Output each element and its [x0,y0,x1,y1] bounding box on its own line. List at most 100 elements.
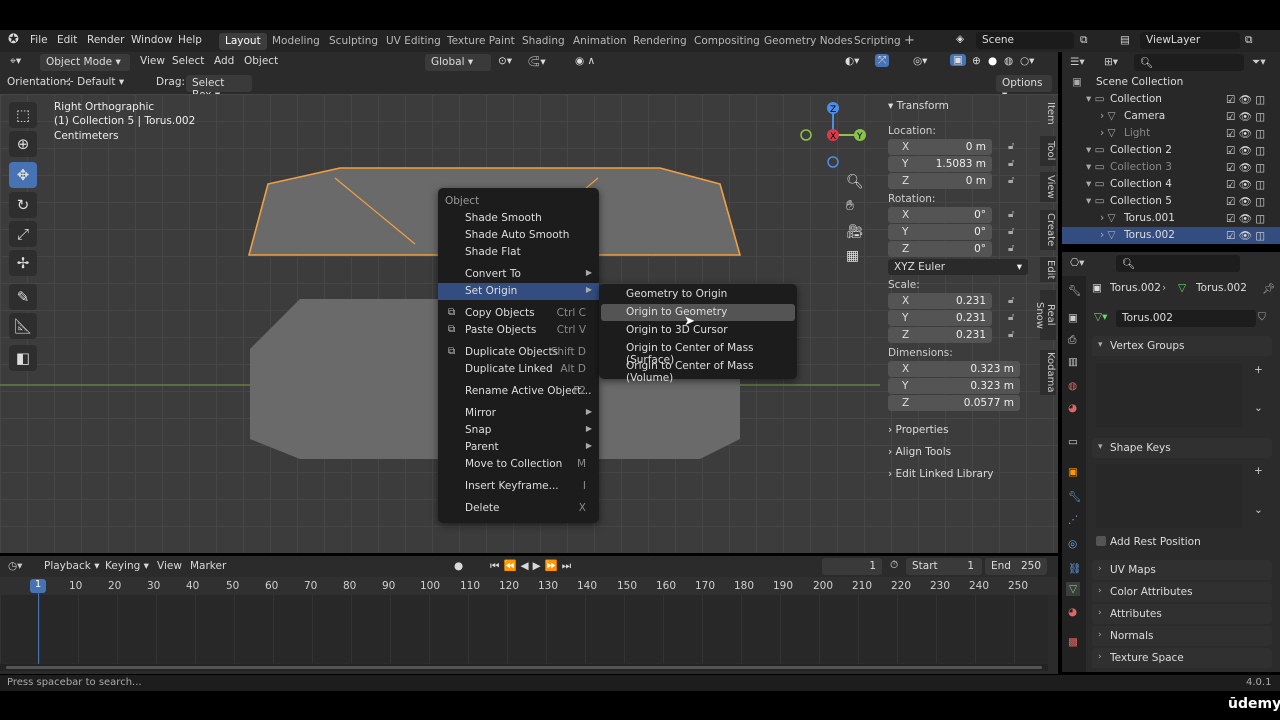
lock-icon[interactable]: 🔓︎ [1008,175,1014,186]
lock-icon[interactable]: 🔓︎ [1008,329,1014,340]
tab-geometry-nodes[interactable]: Geometry Nodes [758,33,859,50]
move-tool[interactable]: ✥ [9,162,37,188]
output-tab-icon[interactable]: ⎙ [1068,334,1076,347]
outliner-row-collection[interactable]: ▾ ▭ Collection ☑ 👁︎ ◫ [1062,91,1280,108]
cursor-tool[interactable]: ⊕ [9,131,37,157]
context-item-delete[interactable]: Delete X [438,500,599,517]
color-attributes-panel[interactable]: › Color Attributes [1092,582,1272,602]
mesh-name-field[interactable]: Torus.002 [1116,310,1256,327]
world-tab-icon[interactable]: ◕ [1068,402,1077,414]
visibility-toggles-icon[interactable]: ☑ 👁︎ ◫ [1226,93,1265,106]
tool-tab-icon[interactable]: 🔧︎ [1068,284,1081,297]
tab-modeling[interactable]: Modeling [266,33,326,50]
record-icon[interactable]: ● [454,560,463,572]
visibility-toggles-icon[interactable]: ☑ 👁︎ ◫ [1226,144,1265,157]
context-item-copy-objects[interactable]: ⧉ Copy Objects Ctrl C [438,305,599,322]
properties-editor-icon[interactable]: ⎔▾ [1070,257,1084,269]
tab-view[interactable]: View [1040,172,1056,202]
context-item-shade-smooth[interactable]: Shade Smooth [438,210,599,227]
add-shape-key-icon[interactable]: + [1254,465,1263,477]
edit-linked-library-panel-header[interactable]: › Edit Linked Library [888,468,994,480]
location-x-field[interactable]: X 0 m [888,139,992,155]
timeline-keyframe-area[interactable] [0,595,1048,663]
rotation-x-field[interactable]: X 0° [888,207,992,223]
visibility-toggles-icon[interactable]: ☑ 👁︎ ◫ [1226,178,1265,191]
uv-maps-panel[interactable]: › UV Maps [1092,560,1272,580]
add-rest-position-checkbox[interactable] [1096,536,1106,546]
vertex-groups-panel[interactable]: ▾ Vertex Groups [1092,336,1272,356]
scene-tab-icon[interactable]: ◍ [1068,380,1077,392]
tab-texture-paint[interactable]: Texture Paint [441,33,521,50]
shape-keys-list[interactable] [1096,464,1242,528]
set-origin-item-origin-to-geometry[interactable]: Origin to Geometry [601,304,795,321]
scale-z-field[interactable]: Z 0.231 [888,327,992,343]
visibility-toggles-icon[interactable]: ☑ 👁︎ ◫ [1226,229,1265,242]
view-layer-tab-icon[interactable]: ▥ [1068,356,1078,368]
context-item-mirror[interactable]: Mirror ▶ [438,405,599,422]
filter-icon[interactable]: ⏷▾ [1252,56,1266,69]
fake-user-shield-icon[interactable]: ⛉ [1258,311,1266,324]
rotation-mode-dropdown[interactable]: XYZ Euler ▾ [888,259,1028,275]
modifier-tab-icon[interactable]: 🔧︎ [1068,490,1081,503]
outliner-item-icon[interactable]: ▾ ▭ [1086,161,1105,173]
texture-space-panel[interactable]: › Texture Space [1092,648,1272,668]
outliner-item-icon[interactable]: › ▽ [1100,127,1116,139]
dimensions-y-field[interactable]: Y 0.323 m [888,378,1020,394]
tab-compositing[interactable]: Compositing [688,33,766,50]
overlay-icon[interactable]: ◎▾ [913,55,927,67]
set-origin-item-origin-to-3d-cursor[interactable]: Origin to 3D Cursor [601,322,795,339]
menu-edit[interactable]: Edit [57,34,77,46]
options-dropdown[interactable]: Options ▾ [996,75,1052,101]
mode-selector[interactable]: Object Mode ▾ [40,54,130,71]
attributes-panel[interactable]: › Attributes [1092,604,1272,624]
rotation-y-field[interactable]: Y 0° [888,224,992,240]
wireframe-shading-icon[interactable]: ⊕ [972,55,981,67]
rendered-shading-icon[interactable]: ○▾ [1020,55,1034,67]
timeline-editor-icon[interactable]: ◷▾ [8,560,22,572]
editor-type-icon[interactable]: ⌖▾ [10,55,21,68]
location-y-field[interactable]: Y 1.5083 m [888,156,992,172]
scene-selector[interactable]: Scene [976,32,1074,49]
context-item-insert-keyframe[interactable]: Insert Keyframe... I [438,478,599,495]
end-frame-field[interactable]: End 250 [985,558,1047,575]
visibility-toggles-icon[interactable]: ☑ 👁︎ ◫ [1226,161,1265,174]
material-tab-icon[interactable]: ◕ [1068,606,1077,618]
context-item-shade-auto-smooth[interactable]: Shade Auto Smooth [438,227,599,244]
proportional-edit-icon[interactable]: ◉ ∧ [575,55,595,67]
rotate-tool[interactable]: ↻ [9,192,37,218]
tab-item[interactable]: Item [1040,98,1056,128]
menu-object[interactable]: Object [244,55,278,67]
outliner-item-icon[interactable]: › ▽ [1100,212,1116,224]
properties-panel-header[interactable]: › Properties [888,424,949,436]
tab-tool[interactable]: Tool [1040,136,1056,166]
context-item-rename-active-object[interactable]: Rename Active Object... F2 [438,383,599,400]
visibility-toggles-icon[interactable]: ☑ 👁︎ ◫ [1226,195,1265,208]
view-layer-selector[interactable]: ViewLayer [1140,32,1240,49]
object-tab-icon[interactable]: ▣ [1068,466,1078,478]
add-vertex-group-icon[interactable]: + [1254,364,1263,376]
lock-icon[interactable]: 🔓︎ [1008,141,1014,152]
outliner-row-collection-2[interactable]: ▾ ▭ Collection 2 ☑ 👁︎ ◫ [1062,142,1280,159]
tab-animation[interactable]: Animation [567,33,633,50]
vertex-group-specials-icon[interactable]: ⌄ [1254,402,1263,414]
current-frame-field[interactable]: 1 [822,558,882,575]
visibility-toggles-icon[interactable]: ☑ 👁︎ ◫ [1226,127,1265,140]
timeline-ruler[interactable]: 10 20 30 40 50 60 70 80 90 100 110 120 130 140 150 160 1… [0,577,1058,595]
context-item-move-to-collection[interactable]: Move to Collection M [438,456,599,473]
tab-edit[interactable]: Edit [1040,257,1056,282]
context-item-convert-to[interactable]: Convert To ▶ [438,266,599,283]
navigation-gizmo[interactable]: Z Y X [798,100,868,170]
material-shading-icon[interactable]: ◍ [1004,55,1013,67]
solid-shading-icon[interactable]: ● [988,55,997,67]
outliner-row-light[interactable]: › ▽ Light ☑ 👁︎ ◫ [1062,125,1280,142]
visibility-icon[interactable]: ◐▾ [845,55,859,67]
zoom-icon[interactable]: 🔍︎ [846,174,864,190]
menu-file[interactable]: File [30,34,48,46]
outliner-row-collection-5[interactable]: ▾ ▭ Collection 5 ☑ 👁︎ ◫ [1062,193,1280,210]
outliner-item-icon[interactable]: ▾ ▭ [1086,144,1105,156]
tab-sculpting[interactable]: Sculpting [323,33,384,50]
outliner-row-collection-4[interactable]: ▾ ▭ Collection 4 ☑ 👁︎ ◫ [1062,176,1280,193]
context-item-shade-flat[interactable]: Shade Flat [438,244,599,261]
pivot-icon[interactable]: ⊙▾ [498,55,512,67]
playback-controls[interactable]: ⏮⏪◀▶⏩⏭ [490,559,575,573]
